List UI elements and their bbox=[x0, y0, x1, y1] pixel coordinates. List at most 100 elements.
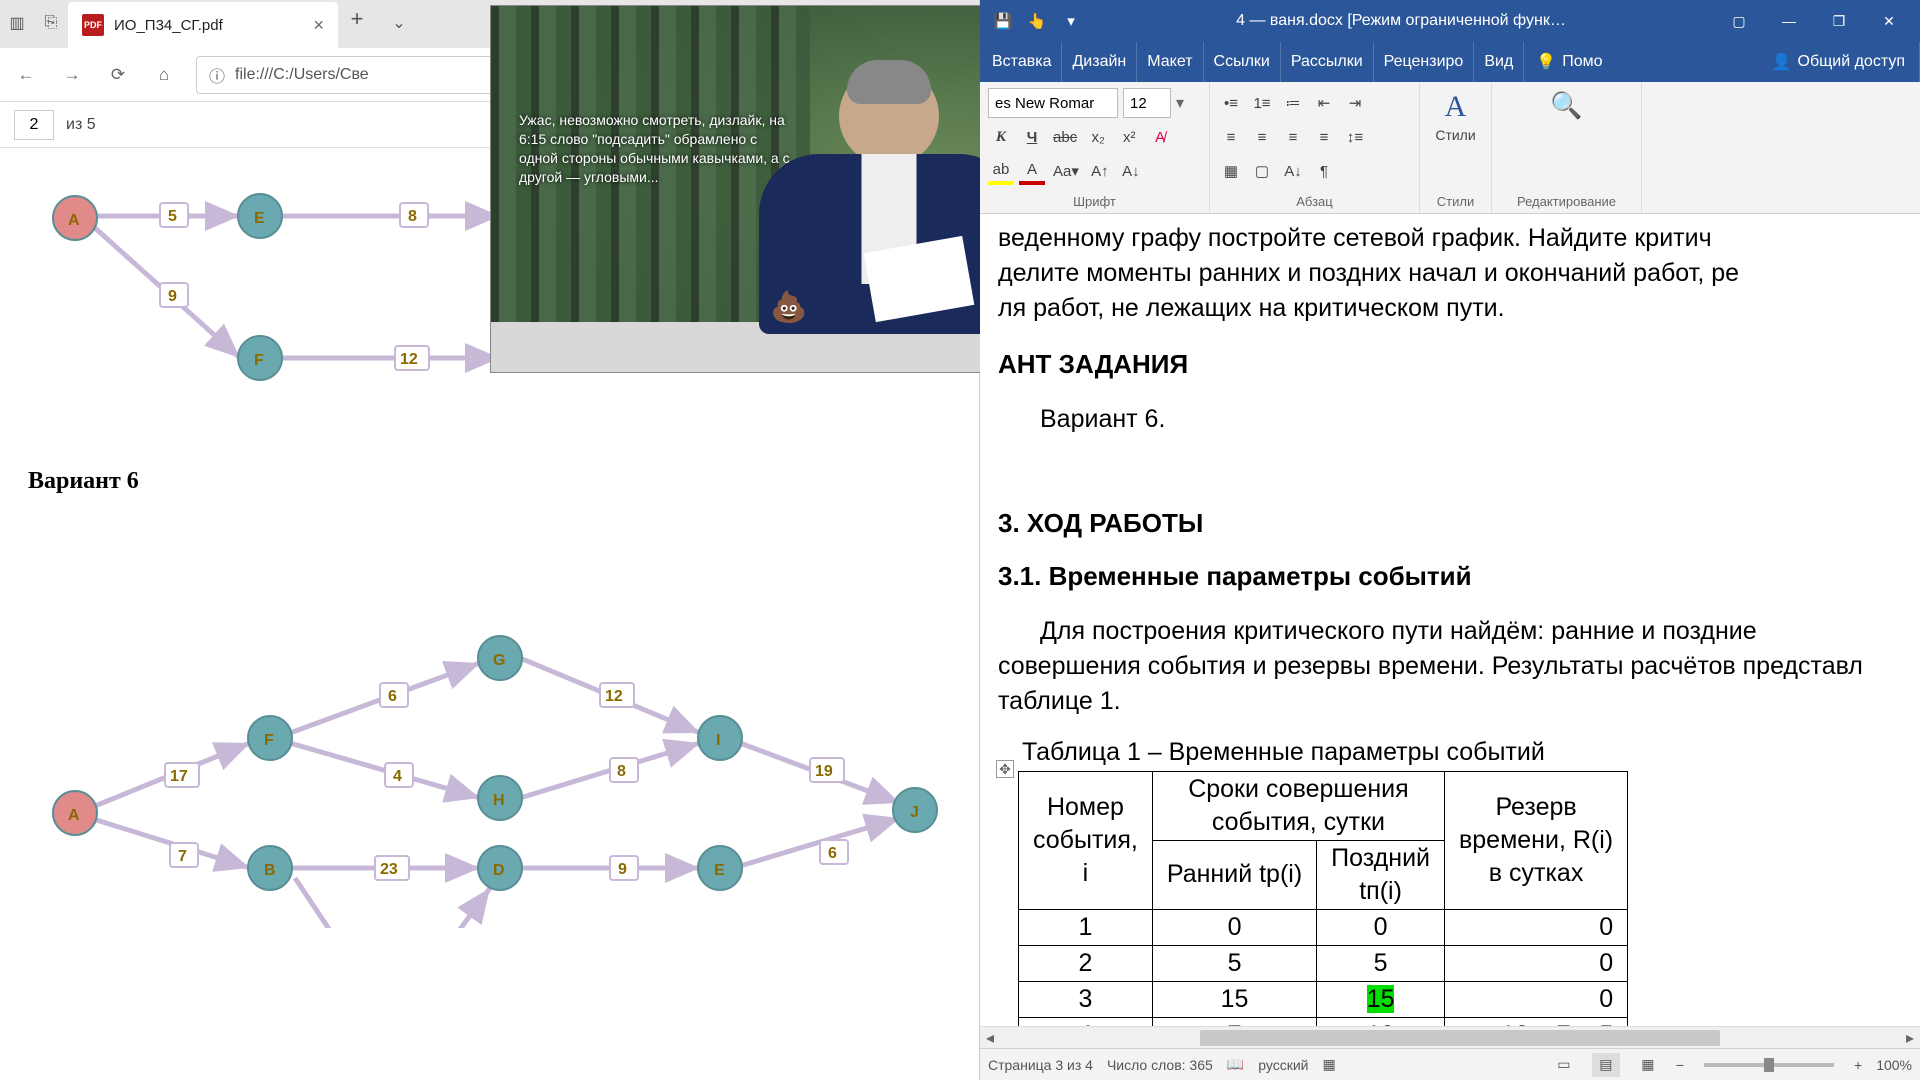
decrease-indent-button[interactable]: ⇤ bbox=[1311, 89, 1337, 117]
zoom-out-button[interactable]: − bbox=[1676, 1057, 1684, 1073]
table-row[interactable]: 315150 bbox=[1019, 981, 1628, 1017]
show-marks-button[interactable]: ¶ bbox=[1311, 157, 1337, 185]
doc-line[interactable]: ля работ, не лежащих на критическом пути… bbox=[998, 292, 1918, 325]
doc-line[interactable]: совершения события и резервы времени. Ре… bbox=[998, 650, 1918, 683]
doc-line[interactable]: делите моменты ранних и поздних начал и … bbox=[998, 257, 1918, 290]
browser-tab[interactable]: PDF ИО_П34_СГ.pdf × bbox=[68, 2, 338, 48]
tab-actions-icon[interactable]: ▥ bbox=[0, 6, 34, 40]
svg-text:E: E bbox=[714, 862, 725, 879]
font-size-combo[interactable]: 12 bbox=[1123, 88, 1171, 118]
zoom-level[interactable]: 100% bbox=[1876, 1057, 1912, 1073]
styles-button[interactable]: A Стили bbox=[1428, 86, 1483, 147]
variant-heading: Вариант 6 bbox=[28, 468, 139, 495]
maximize-button[interactable]: ❐ bbox=[1814, 0, 1864, 42]
numbering-button[interactable]: 1≡ bbox=[1249, 89, 1275, 117]
table-move-handle[interactable]: ✥ bbox=[996, 760, 1014, 778]
svg-text:8: 8 bbox=[617, 763, 626, 780]
table-caption[interactable]: Таблица 1 – Временные параметры событий bbox=[1022, 736, 1918, 769]
italic-button[interactable]: К bbox=[988, 123, 1014, 151]
share-button[interactable]: 👤Общий доступ bbox=[1758, 42, 1920, 82]
tab-insert[interactable]: Вставка bbox=[982, 42, 1062, 82]
touch-mode-icon[interactable]: 👆 bbox=[1020, 4, 1054, 38]
refresh-button[interactable]: ⟳ bbox=[104, 61, 132, 89]
grow-font-button[interactable]: A↑ bbox=[1087, 157, 1113, 185]
horizontal-scrollbar[interactable]: ◂ ▸ bbox=[980, 1026, 1920, 1048]
change-case-button[interactable]: Aa▾ bbox=[1050, 157, 1082, 185]
ribbon-group-editing: 🔍 Редактирование bbox=[1492, 82, 1642, 213]
spellcheck-icon[interactable]: 📖 bbox=[1227, 1056, 1244, 1073]
strikethrough-button[interactable]: abc bbox=[1050, 123, 1080, 151]
site-info-icon[interactable]: ⓘ bbox=[209, 63, 225, 87]
subscript-button[interactable]: x₂ bbox=[1085, 123, 1111, 151]
tab-layout[interactable]: Макет bbox=[1137, 42, 1203, 82]
document-area[interactable]: веденному графу постройте сетевой график… bbox=[980, 214, 1920, 1080]
align-left-button[interactable]: ≡ bbox=[1218, 123, 1244, 151]
svg-text:4: 4 bbox=[393, 768, 402, 785]
scroll-right-icon[interactable]: ▸ bbox=[1900, 1028, 1920, 1048]
align-right-button[interactable]: ≡ bbox=[1280, 123, 1306, 151]
web-layout-icon[interactable]: ▦ bbox=[1634, 1053, 1662, 1077]
table-1[interactable]: Номерсобытия,i Сроки совершениясобытия, … bbox=[1018, 771, 1628, 1054]
back-button[interactable]: ← bbox=[12, 61, 40, 89]
tab-design[interactable]: Дизайн bbox=[1062, 42, 1137, 82]
increase-indent-button[interactable]: ⇥ bbox=[1342, 89, 1368, 117]
word-count[interactable]: Число слов: 365 bbox=[1107, 1057, 1213, 1073]
tab-review[interactable]: Рецензиро bbox=[1374, 42, 1475, 82]
word-titlebar[interactable]: 💾 👆 ▾ 4 — ваня.docx [Режим ограниченной … bbox=[980, 0, 1920, 42]
tell-me-search[interactable]: 💡Помо bbox=[1524, 42, 1614, 82]
ribbon-options-icon[interactable]: ▢ bbox=[1714, 0, 1764, 42]
table-row[interactable]: 1000 bbox=[1019, 909, 1628, 945]
font-name-combo[interactable]: es New Romar bbox=[988, 88, 1118, 118]
tab-references[interactable]: Ссылки bbox=[1204, 42, 1281, 82]
find-button[interactable]: 🔍 bbox=[1500, 86, 1633, 125]
line-spacing-button[interactable]: ↕≡ bbox=[1342, 123, 1368, 151]
justify-button[interactable]: ≡ bbox=[1311, 123, 1337, 151]
table-row[interactable]: 2550 bbox=[1019, 945, 1628, 981]
page-number-input[interactable] bbox=[14, 110, 54, 140]
close-button[interactable]: ✕ bbox=[1864, 0, 1914, 42]
group-label-font: Шрифт bbox=[988, 194, 1201, 211]
superscript-button[interactable]: x² bbox=[1116, 123, 1142, 151]
page-status[interactable]: Страница 3 из 4 bbox=[988, 1057, 1093, 1073]
document-content[interactable]: веденному графу постройте сетевой график… bbox=[990, 222, 1918, 1026]
doc-heading-31[interactable]: 3.1. Временные параметры событий bbox=[998, 559, 1918, 593]
shading-button[interactable]: ▦ bbox=[1218, 157, 1244, 185]
minimize-button[interactable]: — bbox=[1764, 0, 1814, 42]
scroll-left-icon[interactable]: ◂ bbox=[980, 1028, 1000, 1048]
clear-format-icon[interactable]: A̸ bbox=[1147, 123, 1173, 151]
forward-button[interactable]: → bbox=[58, 61, 86, 89]
underline-button[interactable]: Ч bbox=[1019, 123, 1045, 151]
tab-mailings[interactable]: Рассылки bbox=[1281, 42, 1374, 82]
shrink-font-button[interactable]: A↓ bbox=[1118, 157, 1144, 185]
font-size-dropdown-icon[interactable]: ▾ bbox=[1176, 93, 1184, 113]
multilevel-button[interactable]: ≔ bbox=[1280, 89, 1306, 117]
read-mode-icon[interactable]: ▭ bbox=[1550, 1053, 1578, 1077]
qat-dropdown-icon[interactable]: ▾ bbox=[1054, 4, 1088, 38]
tab-view[interactable]: Вид bbox=[1474, 42, 1524, 82]
zoom-slider[interactable] bbox=[1704, 1063, 1834, 1067]
print-layout-icon[interactable]: ▤ bbox=[1592, 1053, 1620, 1077]
doc-line[interactable]: таблице 1. bbox=[998, 685, 1918, 718]
zoom-in-button[interactable]: + bbox=[1854, 1057, 1862, 1073]
macro-icon[interactable]: ▦ bbox=[1322, 1056, 1335, 1073]
font-color-button[interactable]: A bbox=[1019, 157, 1045, 185]
doc-variant-line[interactable]: Вариант 6. bbox=[1040, 403, 1918, 436]
recent-tabs-icon[interactable]: ⎘ bbox=[34, 6, 68, 40]
tab-close-icon[interactable]: × bbox=[313, 15, 324, 36]
borders-button[interactable]: ▢ bbox=[1249, 157, 1275, 185]
doc-heading-variant[interactable]: АНТ ЗАДАНИЯ bbox=[998, 347, 1918, 381]
tabs-dropdown-icon[interactable]: ⌄ bbox=[382, 6, 416, 40]
sort-button[interactable]: A↓ bbox=[1280, 157, 1306, 185]
doc-line[interactable]: Для построения критического пути найдём:… bbox=[998, 615, 1918, 648]
autosave-icon[interactable]: 💾 bbox=[986, 4, 1020, 38]
doc-heading-3[interactable]: 3. ХОД РАБОТЫ bbox=[998, 506, 1918, 540]
bullets-button[interactable]: •≡ bbox=[1218, 89, 1244, 117]
align-center-button[interactable]: ≡ bbox=[1249, 123, 1275, 151]
svg-text:8: 8 bbox=[408, 208, 417, 225]
highlight-button[interactable]: ab bbox=[988, 157, 1014, 185]
scrollbar-thumb[interactable] bbox=[1200, 1030, 1720, 1046]
doc-line[interactable]: веденному графу постройте сетевой график… bbox=[998, 222, 1918, 255]
home-button[interactable]: ⌂ bbox=[150, 61, 178, 89]
language-status[interactable]: русский bbox=[1258, 1057, 1308, 1073]
new-tab-button[interactable]: + bbox=[338, 6, 376, 32]
